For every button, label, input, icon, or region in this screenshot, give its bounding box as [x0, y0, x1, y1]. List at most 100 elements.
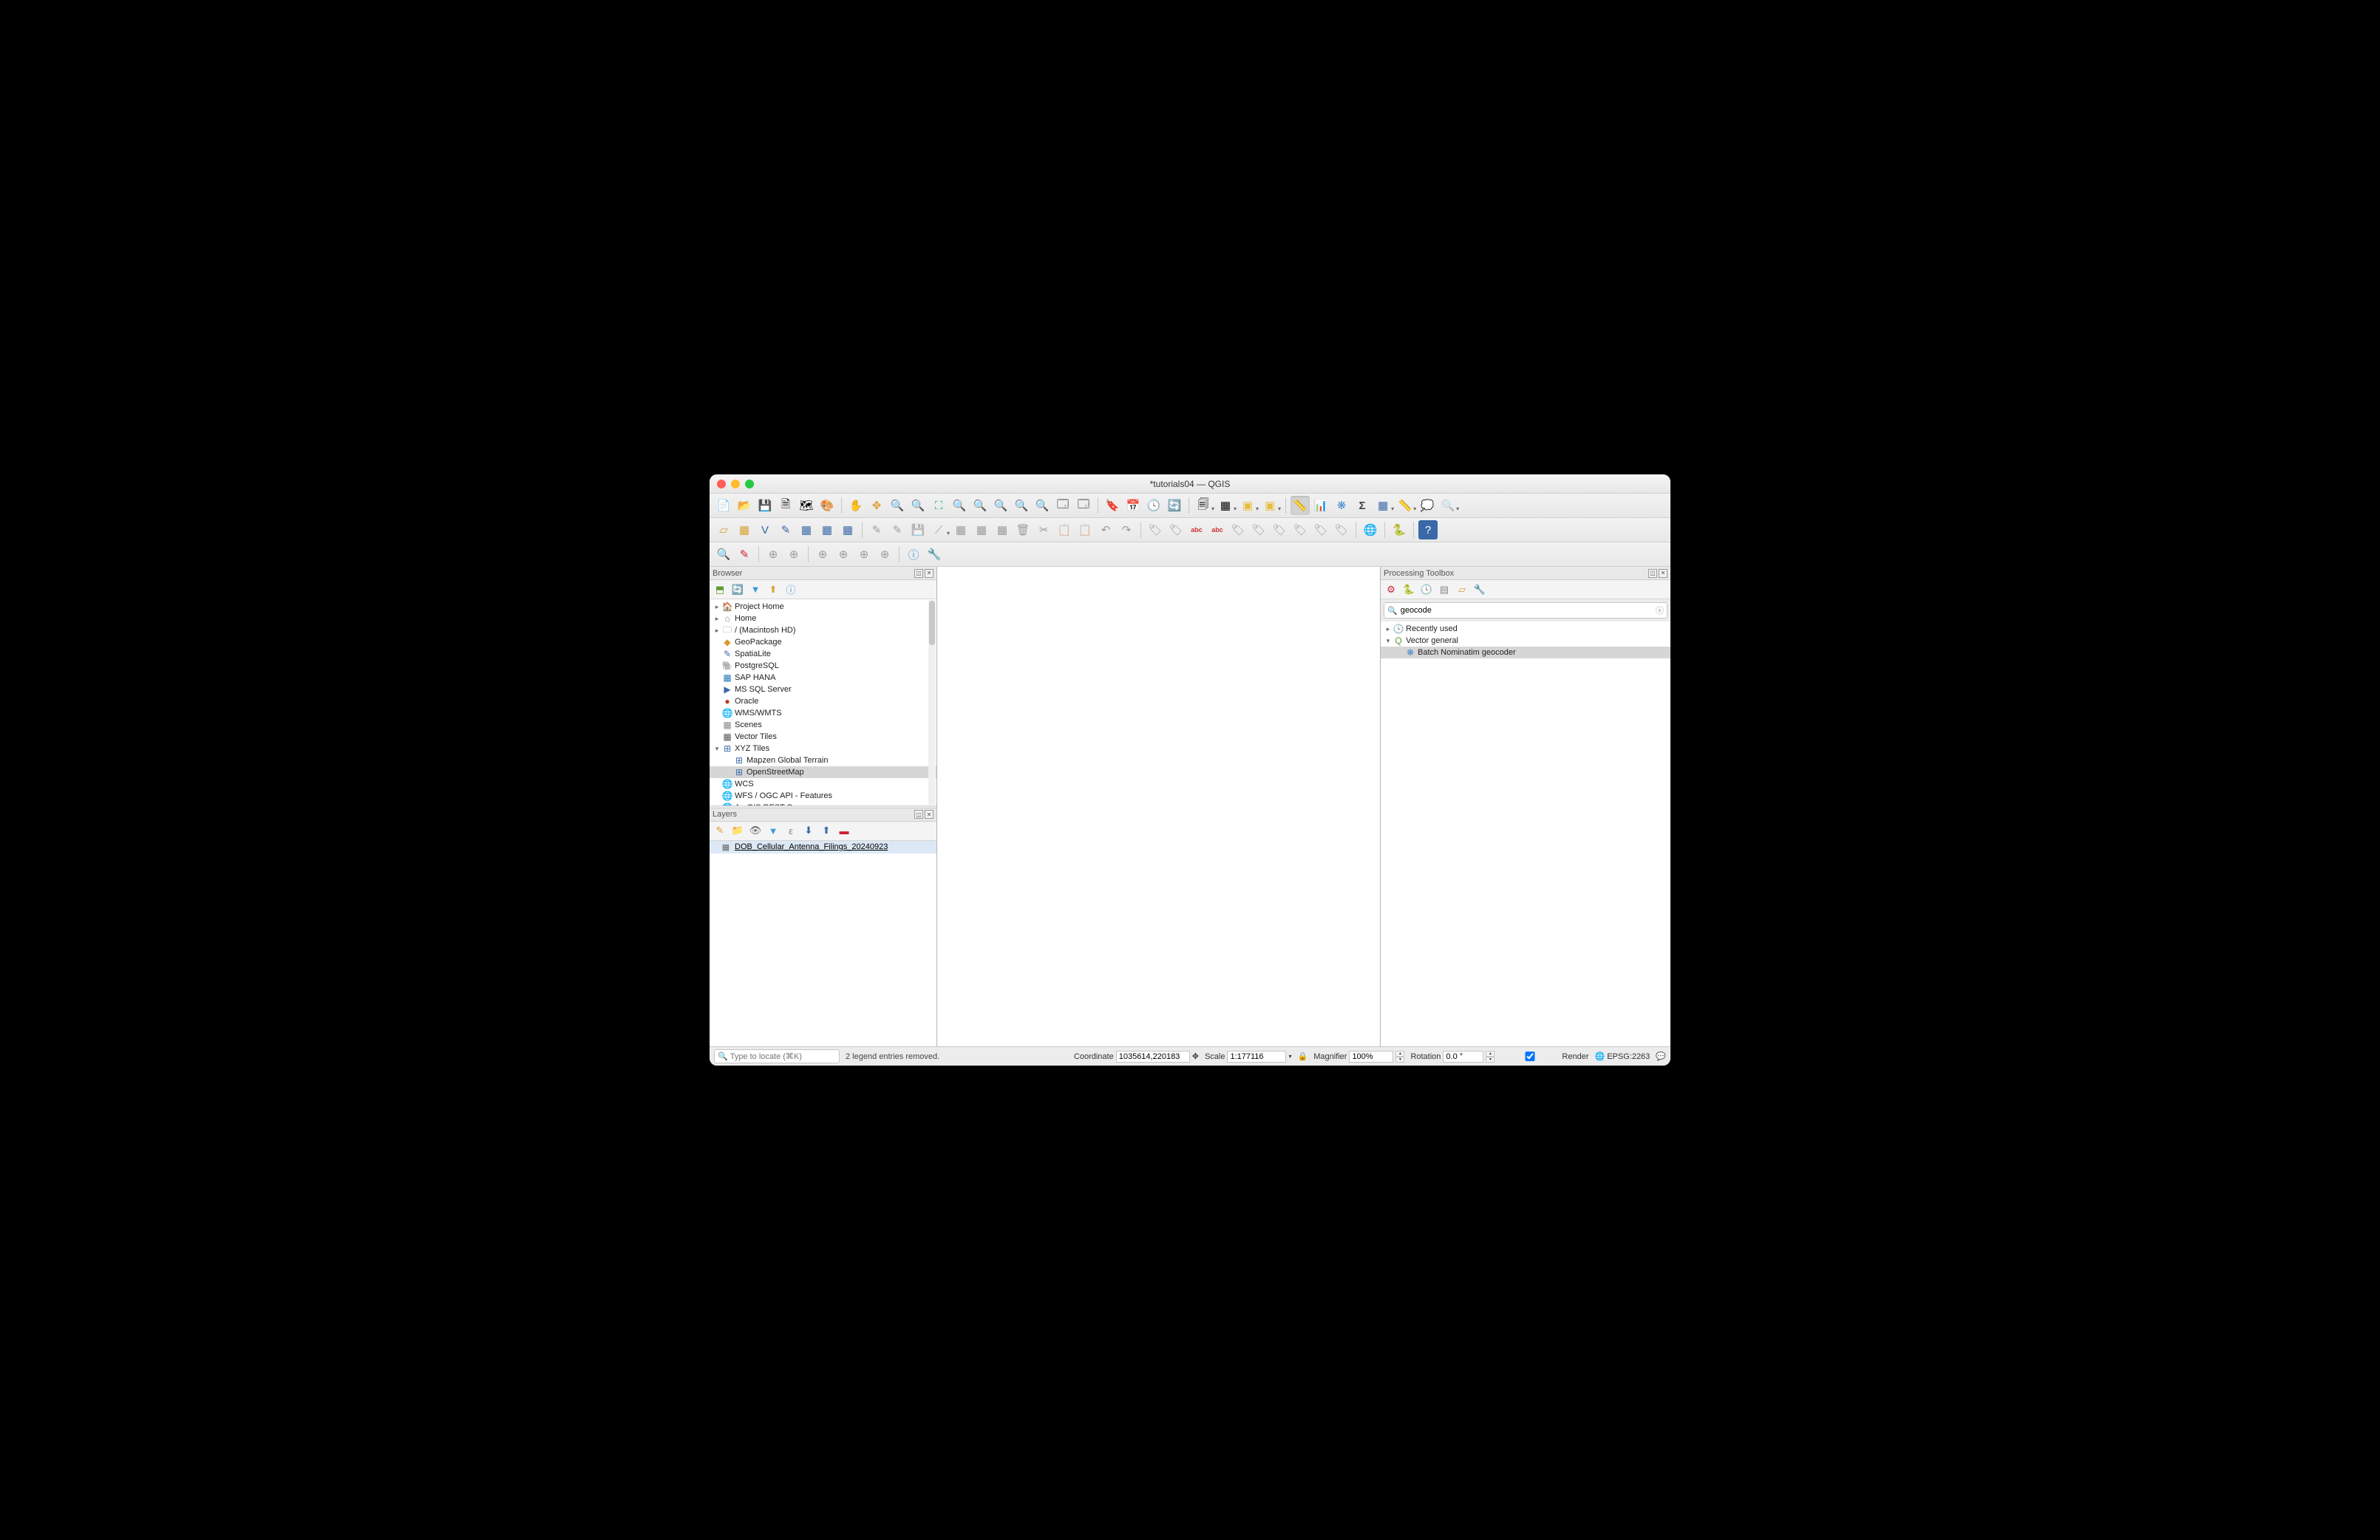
browser-dock-button[interactable]: ◫ [914, 569, 923, 578]
zoom-full-button[interactable]: ⛶ [929, 496, 948, 515]
quickosm-button[interactable]: 🔍 [714, 545, 733, 564]
zoom-in-button[interactable]: 🔍 [888, 496, 907, 515]
new-3d-map-button[interactable]: 🗔 [1074, 496, 1093, 515]
tree-item-wcs[interactable]: 🌐WCS [710, 778, 936, 790]
add-group-icon[interactable]: 📁 [730, 823, 745, 838]
minimize-button[interactable] [731, 480, 740, 488]
results-icon[interactable]: ▤ [1437, 582, 1452, 597]
magnifier-input[interactable] [1349, 1051, 1393, 1063]
messages-icon[interactable]: 💬 [1656, 1052, 1666, 1061]
tree-item-root-drive[interactable]: ▸🗀/ (Macintosh HD) [710, 624, 936, 636]
stats-button[interactable]: 📊 [1311, 496, 1330, 515]
clear-search-icon[interactable]: ⓧ [1656, 604, 1664, 616]
layer-dob-cellular[interactable]: ▦DOB_Cellular_Antenna_Filings_20240923 [710, 841, 936, 854]
new-spatialite-button[interactable]: ▦ [797, 520, 816, 539]
refresh-browser-icon[interactable]: 🔄 [730, 582, 745, 597]
coordinate-input[interactable] [1116, 1051, 1190, 1063]
models-icon[interactable]: ⚙ [1384, 582, 1398, 597]
rot-up[interactable]: ▴ [1486, 1051, 1495, 1057]
properties-icon[interactable]: ⓘ [783, 582, 798, 597]
tree-item-mssql[interactable]: ▶MS SQL Server [710, 684, 936, 695]
pan-to-selection-button[interactable]: ✥ [867, 496, 886, 515]
edit-features-inplace-icon[interactable]: ▱ [1455, 582, 1469, 597]
open-project-button[interactable]: 📂 [735, 496, 754, 515]
close-button[interactable] [717, 480, 726, 488]
abc-label-button-2[interactable]: abc [1208, 520, 1227, 539]
zoom-button[interactable] [745, 480, 754, 488]
layer-styling-icon[interactable]: ✎ [713, 823, 727, 838]
rot-down[interactable]: ▾ [1486, 1057, 1495, 1063]
expand-icon[interactable]: ▸ [713, 804, 721, 805]
zoom-selection-button[interactable]: 🔍 [950, 496, 969, 515]
new-mesh-button[interactable]: ▦ [838, 520, 857, 539]
wrench-button[interactable]: 🔧 [925, 545, 944, 564]
zoom-next-button[interactable]: 🔍 [1033, 496, 1052, 515]
new-project-button[interactable]: 📄 [714, 496, 733, 515]
tree-item-geopackage[interactable]: ◆GeoPackage [710, 636, 936, 648]
tree-item-xyz-tiles[interactable]: ▾⊞XYZ Tiles [710, 743, 936, 754]
tree-item-home[interactable]: ▸⌂Home [710, 613, 936, 624]
toolbox-search[interactable]: 🔍 ⓧ [1384, 602, 1667, 619]
tree-item-batch-nominatim[interactable]: ❋Batch Nominatim geocoder [1381, 647, 1670, 658]
expand-icon[interactable]: ▸ [713, 627, 721, 635]
rotation-input[interactable] [1443, 1051, 1483, 1063]
layers-dock-button[interactable]: ◫ [914, 810, 923, 819]
python-console-button[interactable]: 🐍 [1390, 520, 1409, 539]
new-map-view-button[interactable]: 🗔 [1053, 496, 1072, 515]
new-bookmark-button[interactable]: 🔖 [1103, 496, 1122, 515]
scale-dropdown-icon[interactable]: ▾ [1288, 1053, 1291, 1060]
add-vector-button[interactable]: ▱ [714, 520, 733, 539]
new-virtual-button[interactable]: ▦ [817, 520, 837, 539]
add-raster-button[interactable]: ▦ [735, 520, 754, 539]
tree-item-arcgis-rest[interactable]: ▸🌐ArcGIS REST Servers [710, 802, 936, 805]
scale-input[interactable] [1227, 1051, 1286, 1063]
tree-item-oracle[interactable]: ●Oracle [710, 695, 936, 707]
expand-icon[interactable]: ▸ [713, 615, 721, 623]
zoom-out-button[interactable]: 🔍 [908, 496, 928, 515]
expand-all-icon[interactable]: ⬇ [801, 823, 816, 838]
locator-input[interactable] [730, 1052, 836, 1061]
expand-icon[interactable]: ▾ [713, 745, 721, 753]
tree-item-wfs[interactable]: 🌐WFS / OGC API - Features [710, 790, 936, 802]
zoom-last-button[interactable]: 🔍 [1012, 496, 1031, 515]
new-shapefile-button[interactable]: ✎ [776, 520, 795, 539]
crs-button[interactable]: 🌐 EPSG:2263 [1595, 1052, 1650, 1061]
expand-icon[interactable]: ▾ [1384, 637, 1393, 645]
layers-tree[interactable]: ▦DOB_Cellular_Antenna_Filings_20240923 [710, 841, 936, 1047]
attribute-table-button[interactable]: ▦ [1373, 496, 1393, 515]
tree-item-vector-general[interactable]: ▾QVector general [1381, 635, 1670, 647]
toggle-extents-icon[interactable]: ✥ [1192, 1052, 1199, 1061]
filter-legend-icon[interactable]: ▼ [766, 823, 781, 838]
annotation-button[interactable]: 💭 [1418, 496, 1437, 515]
options-icon[interactable]: 🔧 [1472, 582, 1487, 597]
new-print-layout-button[interactable]: 🗺 [797, 496, 816, 515]
help-button[interactable]: ? [1418, 520, 1438, 539]
tree-item-project-home[interactable]: ▸🏠Project Home [710, 601, 936, 613]
show-map-tips-button[interactable]: ❋ [1332, 496, 1351, 515]
mag-down[interactable]: ▾ [1395, 1057, 1404, 1063]
tree-item-sap-hana[interactable]: ▦SAP HANA [710, 672, 936, 684]
lock-scale-icon[interactable]: 🔒 [1297, 1052, 1308, 1061]
expression-filter-icon[interactable]: ε [783, 823, 798, 838]
browser-tree[interactable]: ▸🏠Project Home▸⌂Home▸🗀/ (Macintosh HD)◆G… [710, 599, 936, 805]
render-checkbox-field[interactable]: Render [1500, 1052, 1588, 1061]
zoom-layer-button[interactable]: 🔍 [970, 496, 990, 515]
tree-item-spatialite[interactable]: ✎SpatiaLite [710, 648, 936, 660]
scripts-icon[interactable]: 🐍 [1401, 582, 1416, 597]
tree-item-xyz-osm[interactable]: ⊞OpenStreetMap [710, 766, 936, 778]
expand-icon[interactable]: ▸ [713, 603, 721, 611]
add-layer-icon[interactable]: ⬒ [713, 582, 727, 597]
toolbox-dock-button[interactable]: ◫ [1648, 569, 1657, 578]
toolbox-close-button[interactable]: ✕ [1659, 569, 1667, 578]
style-manager-button[interactable]: 🎨 [817, 496, 837, 515]
save-as-button[interactable]: 🗎 [776, 496, 795, 515]
render-checkbox[interactable] [1500, 1052, 1560, 1061]
zoom-native-button[interactable]: 🔍 [991, 496, 1010, 515]
open-attr-table-button[interactable]: ▦ [1216, 496, 1235, 515]
expand-icon[interactable]: ▸ [1384, 625, 1393, 633]
collapse-all-layers-icon[interactable]: ⬆ [819, 823, 834, 838]
josm-button[interactable]: ✎ [735, 545, 754, 564]
temporal-controller-button[interactable]: 🕓 [1144, 496, 1163, 515]
new-geopackage-button[interactable]: V [755, 520, 775, 539]
measure-button[interactable]: 📏 [1291, 496, 1310, 515]
